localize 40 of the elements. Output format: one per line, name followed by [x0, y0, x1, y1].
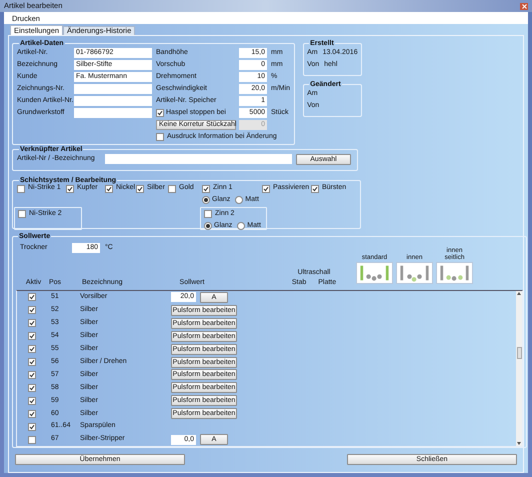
bath-diagram-icon — [436, 262, 473, 284]
scroll-thumb[interactable] — [516, 347, 522, 359]
radio-button[interactable] — [204, 222, 212, 230]
checkbox[interactable] — [311, 184, 319, 192]
checkbox[interactable] — [17, 184, 25, 192]
checkbox[interactable] — [202, 184, 210, 192]
scroll-up-icon[interactable] — [517, 292, 521, 295]
checkbox[interactable] — [28, 410, 36, 418]
checkbox[interactable] — [28, 358, 36, 366]
checkbox[interactable] — [262, 184, 270, 192]
checkbox[interactable] — [136, 184, 144, 192]
radio-button[interactable] — [237, 222, 246, 230]
checkbox[interactable] — [28, 345, 36, 354]
input-field[interactable] — [74, 96, 152, 106]
checkbox[interactable] — [105, 184, 113, 192]
radio-button[interactable] — [235, 196, 244, 204]
bath-diagram-icon — [356, 262, 393, 284]
close-icon[interactable] — [520, 2, 528, 10]
bath-diagram-icon — [396, 262, 433, 284]
article-search-field[interactable] — [105, 154, 292, 164]
checkbox[interactable] — [28, 396, 36, 405]
checkbox[interactable] — [28, 384, 36, 392]
scrollbar[interactable] — [516, 291, 522, 446]
checkbox[interactable] — [66, 184, 74, 192]
checkbox[interactable] — [18, 210, 26, 218]
input-field[interactable] — [74, 84, 152, 94]
checkbox[interactable] — [28, 332, 36, 340]
checkbox[interactable] — [156, 109, 164, 117]
checkbox[interactable] — [28, 370, 36, 379]
checkbox[interactable] — [28, 436, 36, 444]
checkbox[interactable] — [28, 306, 36, 314]
radio-button[interactable] — [202, 196, 210, 204]
scroll-down-icon[interactable] — [517, 442, 521, 445]
checkbox[interactable] — [28, 319, 36, 328]
checkbox[interactable] — [204, 210, 212, 218]
input-field[interactable] — [74, 108, 152, 118]
checkbox[interactable] — [28, 293, 36, 302]
checkbox[interactable] — [156, 133, 164, 141]
checkbox[interactable] — [168, 184, 176, 192]
checkbox[interactable] — [28, 422, 36, 431]
